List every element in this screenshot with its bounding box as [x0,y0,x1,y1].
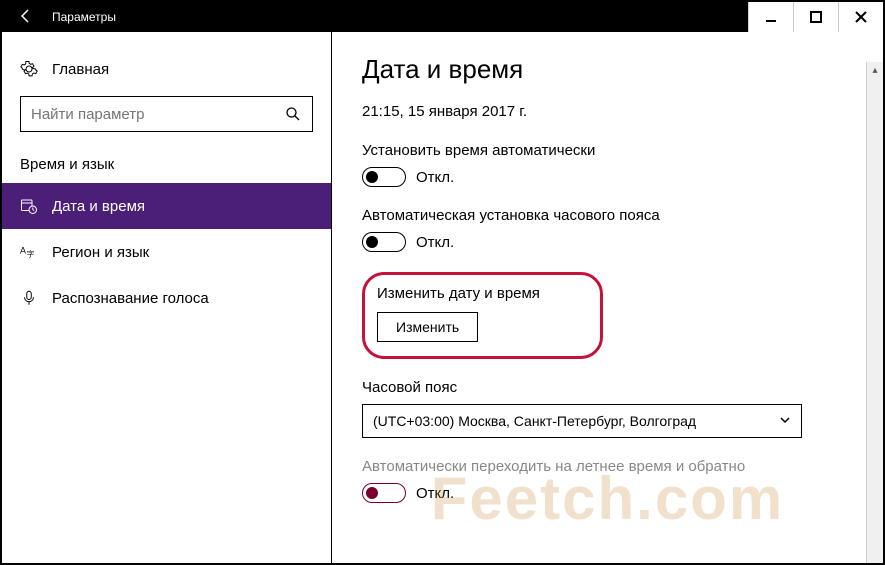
auto-time-setting: Установить время автоматически Откл. [362,142,853,187]
scrollbar[interactable]: ▴ [866,62,883,563]
auto-time-toggle[interactable] [362,167,406,187]
auto-time-label: Установить время автоматически [362,142,853,159]
search-box[interactable] [20,96,313,132]
svg-text:字: 字 [27,249,35,259]
auto-timezone-setting: Автоматическая установка часового пояса … [362,207,853,252]
maximize-button[interactable] [793,2,838,32]
auto-timezone-state: Откл. [416,234,454,251]
nav-item-speech[interactable]: Распознавание голоса [2,275,331,321]
auto-timezone-label: Автоматическая установка часового пояса [362,207,853,224]
change-button[interactable]: Изменить [377,312,478,342]
calendar-clock-icon [20,197,38,215]
current-datetime: 21:15, 15 января 2017 г. [362,103,853,120]
dst-label: Автоматически переходить на летнее время… [362,458,853,475]
scroll-up-icon[interactable]: ▴ [867,62,883,79]
change-datetime-label: Изменить дату и время [377,285,540,302]
sidebar: Главная Время и язык Дата и время A字 [2,32,332,563]
timezone-setting: Часовой пояс (UTC+03:00) Москва, Санкт-П… [362,379,853,438]
chevron-down-icon [779,413,791,429]
microphone-icon [20,289,38,307]
auto-timezone-toggle[interactable] [362,232,406,252]
auto-time-state: Откл. [416,169,454,186]
timezone-label: Часовой пояс [362,379,853,396]
timezone-value: (UTC+03:00) Москва, Санкт-Петербург, Вол… [373,413,696,429]
search-icon [284,105,302,123]
window-title: Параметры [52,10,116,24]
close-button[interactable] [838,2,883,32]
change-datetime-highlight: Изменить дату и время Изменить [362,272,603,359]
timezone-select[interactable]: (UTC+03:00) Москва, Санкт-Петербург, Вол… [362,404,802,438]
home-link[interactable]: Главная [2,52,331,96]
settings-window: Параметры Главная [0,0,885,565]
language-icon: A字 [20,243,38,261]
section-header: Время и язык [2,150,331,183]
dst-toggle[interactable] [362,483,406,503]
dst-state: Откл. [416,485,454,502]
window-controls [748,2,883,32]
nav-item-label: Распознавание голоса [52,290,209,307]
svg-text:A: A [20,246,26,256]
back-icon[interactable] [18,8,34,27]
titlebar: Параметры [2,2,883,32]
page-title: Дата и время [362,54,853,85]
content-pane: Дата и время 21:15, 15 января 2017 г. Ус… [332,32,883,563]
nav-item-label: Дата и время [52,198,145,215]
nav-item-region-language[interactable]: A字 Регион и язык [2,229,331,275]
dst-setting: Автоматически переходить на летнее время… [362,458,853,503]
minimize-button[interactable] [748,2,793,32]
search-input[interactable] [31,106,284,123]
nav-item-label: Регион и язык [52,244,149,261]
gear-icon [20,60,38,78]
nav-item-date-time[interactable]: Дата и время [2,183,331,229]
home-label: Главная [52,61,109,78]
